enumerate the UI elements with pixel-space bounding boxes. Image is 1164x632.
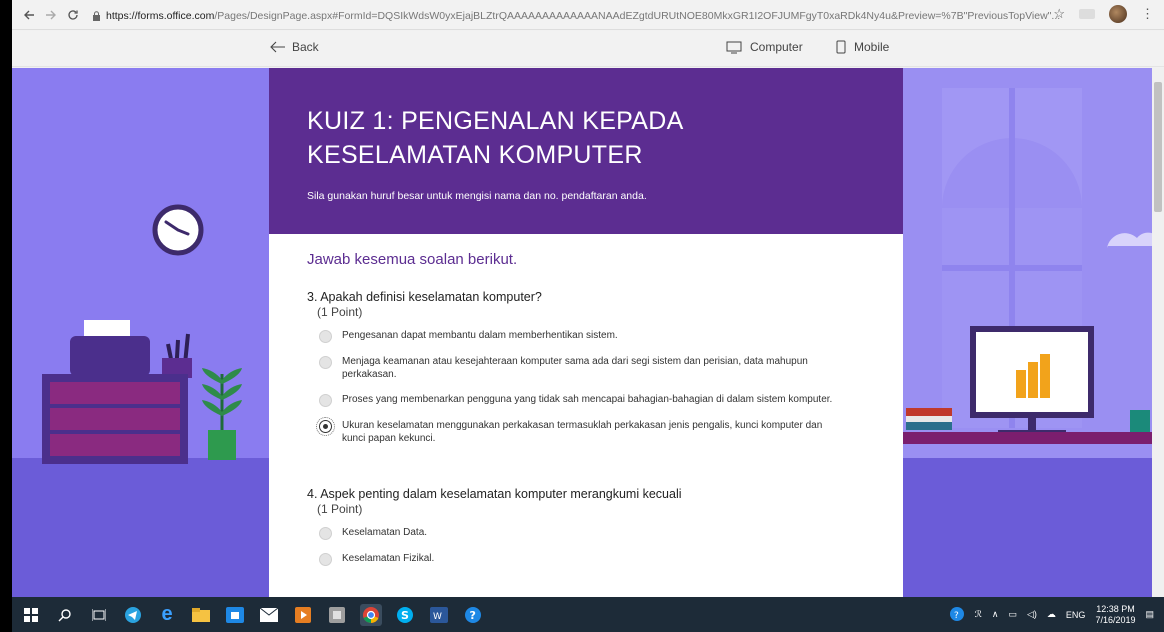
scrollbar-thumb[interactable] — [1154, 82, 1162, 212]
mail-icon[interactable] — [258, 604, 280, 626]
phone-icon — [836, 40, 846, 54]
star-icon[interactable]: ☆ — [1053, 6, 1065, 22]
option-label: Proses yang membenarkan pengguna yang ti… — [342, 394, 833, 405]
question-points: (1 Point) — [317, 305, 363, 319]
back-button[interactable]: Back — [270, 40, 319, 54]
screen: https://forms.office.com/Pages/DesignPag… — [12, 0, 1164, 632]
preview-toolbar: Back Computer Mobile — [12, 31, 1164, 67]
notifications-icon[interactable]: ▤ — [1145, 609, 1154, 620]
svg-text:W: W — [433, 612, 442, 622]
cloud-icon[interactable]: ☁ — [1047, 609, 1056, 620]
form-subtitle: Sila gunakan huruf besar untuk mengisi n… — [307, 190, 647, 202]
option-label: Pengesanan dapat membantu dalam memberhe… — [342, 330, 618, 341]
floor-right — [902, 458, 1164, 597]
radio-button-selected[interactable] — [316, 417, 335, 436]
lock-icon — [93, 11, 100, 21]
file-explorer-icon[interactable] — [190, 604, 212, 626]
question-4: 4. Aspek penting dalam keselamatan kompu… — [307, 487, 865, 566]
clock-icon — [152, 204, 204, 256]
mobile-label: Mobile — [854, 40, 890, 54]
option-q3-c[interactable]: Proses yang membenarkan pengguna yang ti… — [319, 393, 839, 407]
question-3: 3. Apakah definisi keselamatan komputer?… — [307, 290, 865, 445]
arrow-left-icon[interactable] — [18, 4, 40, 26]
chrome-icon[interactable] — [360, 603, 382, 626]
radio-button[interactable] — [319, 356, 332, 369]
question-title: 3. Apakah definisi keselamatan komputer? — [307, 290, 542, 304]
url-path: /Pages/DesignPage.aspx#FormId=DQSIkWdsW0… — [214, 10, 1061, 22]
search-icon[interactable] — [54, 604, 76, 626]
svg-text:?: ? — [954, 611, 959, 621]
mobile-view-button[interactable]: Mobile — [836, 40, 889, 54]
windows-start-icon[interactable] — [20, 604, 42, 626]
question-title: 4. Aspek penting dalam keselamatan kompu… — [307, 487, 682, 501]
radio-button[interactable] — [319, 527, 332, 540]
clock-time: 12:38 PM — [1096, 603, 1135, 614]
help-tray-icon[interactable]: ? — [949, 606, 965, 624]
computer-view-button[interactable]: Computer — [726, 40, 803, 54]
option-q3-b[interactable]: Menjaga keamanan atau kesejahteraan komp… — [319, 355, 839, 381]
arrow-left-icon — [270, 41, 285, 53]
extension-icon[interactable] — [1079, 9, 1095, 19]
option-label: Keselamatan Fizikal. — [342, 553, 435, 564]
option-q3-d[interactable]: Ukuran keselamatan menggunakan perkakasa… — [316, 417, 839, 445]
desk-monitor-illustration — [902, 326, 1164, 444]
computer-label: Computer — [750, 40, 803, 54]
people-icon[interactable]: ℛ — [975, 609, 982, 620]
option-q3-a[interactable]: Pengesanan dapat membantu dalam memberhe… — [319, 329, 839, 343]
address-bar[interactable]: https://forms.office.com/Pages/DesignPag… — [92, 6, 1062, 26]
help-icon[interactable]: ? — [462, 604, 484, 626]
radio-button[interactable] — [319, 330, 332, 343]
radio-button[interactable] — [319, 553, 332, 566]
clock[interactable]: 12:38 PM 7/16/2019 — [1095, 604, 1135, 626]
edge-icon[interactable]: e — [156, 603, 178, 626]
telegram-icon[interactable] — [122, 604, 144, 626]
radio-button[interactable] — [319, 394, 332, 407]
browser-toolbar: https://forms.office.com/Pages/DesignPag… — [12, 0, 1164, 30]
volume-icon[interactable]: ◁) — [1027, 609, 1037, 620]
option-q4-a[interactable]: Keselamatan Data. — [319, 526, 839, 540]
floor-left — [12, 458, 272, 597]
svg-text:S: S — [401, 609, 409, 622]
monitor-icon — [726, 41, 742, 53]
clock-date: 7/16/2019 — [1095, 614, 1136, 625]
option-label: Menjaga keamanan atau kesejahteraan komp… — [342, 356, 808, 380]
section-title: Jawab kesemua soalan berikut. — [307, 251, 518, 268]
media-player-icon[interactable] — [292, 604, 314, 626]
plant-illustration — [202, 368, 242, 460]
network-icon[interactable]: ▭ — [1008, 609, 1017, 620]
form-title: KUIZ 1: PENGENALAN KEPADA KESELAMATAN KO… — [307, 107, 683, 169]
svg-text:?: ? — [470, 609, 476, 622]
form-card: KUIZ 1: PENGENALAN KEPADA KESELAMATAN KO… — [269, 68, 903, 597]
option-label: Ukuran keselamatan menggunakan perkakasa… — [342, 420, 823, 444]
taskbar: e S W ? ? ℛ ∧ ▭ ◁) ☁ ENG 12:38 PM 7/16/2… — [12, 597, 1164, 632]
page-scrollbar[interactable] — [1152, 68, 1164, 597]
reload-icon[interactable] — [62, 4, 84, 26]
option-label: Keselamatan Data. — [342, 527, 428, 538]
arrow-right-icon[interactable] — [40, 4, 62, 26]
question-points: (1 Point) — [317, 502, 363, 516]
word-icon[interactable]: W — [428, 604, 450, 626]
chevron-up-icon[interactable]: ∧ — [992, 609, 999, 620]
system-tray: ? ℛ ∧ ▭ ◁) ☁ ENG 12:38 PM 7/16/2019 ▤ — [949, 597, 1154, 632]
url-host: https://forms.office.com — [106, 10, 215, 22]
back-label: Back — [292, 40, 319, 54]
skype-icon[interactable]: S — [394, 604, 416, 626]
form-header: KUIZ 1: PENGENALAN KEPADA KESELAMATAN KO… — [269, 68, 903, 234]
store-icon[interactable] — [224, 604, 246, 626]
menu-icon[interactable]: ⋮ — [1141, 6, 1154, 22]
app-icon[interactable] — [326, 604, 348, 626]
form-body: Jawab kesemua soalan berikut. 3. Apakah … — [269, 234, 903, 566]
language-indicator[interactable]: ENG — [1066, 610, 1086, 620]
task-view-icon[interactable] — [88, 604, 110, 626]
option-q4-b[interactable]: Keselamatan Fizikal. — [319, 552, 839, 566]
avatar[interactable] — [1109, 5, 1127, 23]
